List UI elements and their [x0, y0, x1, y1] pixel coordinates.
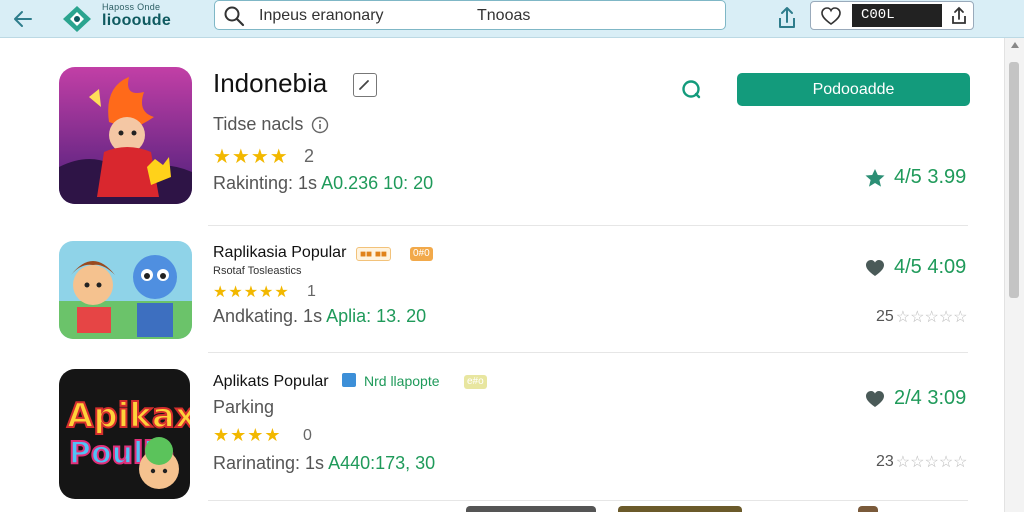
wishlist-icon[interactable] [820, 6, 842, 31]
search-circle-icon[interactable] [680, 78, 704, 107]
app-title[interactable]: Aplikats Popular [213, 373, 329, 391]
divider [208, 500, 968, 501]
featured-app-subtitle: Tidse nacls [213, 114, 304, 134]
app-badge: 0#0 [410, 247, 433, 261]
heart-icon[interactable] [864, 258, 886, 278]
empty-stars-icon: ☆☆☆☆☆ [895, 454, 968, 471]
search-bar[interactable]: Inpeus eranonary Tnooas [214, 0, 726, 30]
star-icon [865, 168, 885, 187]
svg-text:Apikax: Apikax [67, 396, 190, 436]
app-badge: ■■ ■■ [356, 247, 391, 261]
search-input[interactable]: Inpeus eranonary [259, 7, 384, 25]
next-app-thumbnail[interactable] [618, 506, 742, 512]
app-badge: Nrd llapopte [364, 373, 440, 389]
heart-icon[interactable] [864, 389, 886, 409]
app-meta: Andkating. 1s Aplia: 13. 20 [213, 306, 426, 327]
featured-price: 4/5 3.99 [894, 166, 967, 188]
app-price-row: 4/5 4:09 [864, 256, 966, 279]
featured-app-title[interactable]: Indonebia [213, 68, 327, 99]
share-icon[interactable] [774, 4, 800, 32]
verified-icon [342, 373, 356, 387]
app-rating-count: 1 [307, 283, 316, 300]
app-meta-label: Andkating. 1s [213, 306, 323, 326]
app-price-row: 2/4 3:09 [864, 387, 966, 410]
app-meta-value: A440:173, 30 [328, 453, 436, 473]
search-icon [223, 5, 245, 32]
app-badge: e#o [464, 375, 487, 389]
next-app-thumbnail[interactable] [466, 506, 596, 512]
app-subtitle: Rsotaf Tosleastics [213, 265, 302, 277]
featured-rating-count: 2 [304, 146, 315, 166]
app-price: 4/5 4:09 [894, 256, 967, 278]
scroll-up-icon[interactable] [1011, 42, 1019, 48]
search-filter-label: Tnooas [477, 7, 531, 24]
app-meta-value: Aplia: 13. 20 [326, 306, 427, 326]
cartoon-friends-icon[interactable] [59, 241, 192, 339]
upload-icon[interactable] [949, 5, 969, 32]
next-app-thumbnail[interactable] [858, 506, 878, 512]
app-small-count: 25 [876, 308, 894, 325]
app-rating-count: 0 [303, 427, 312, 444]
cartoon-hero-icon[interactable] [59, 67, 192, 204]
featured-meta: Rakinting: 1s A0.236 10: 20 [213, 173, 433, 194]
account-field[interactable]: C00L [852, 4, 942, 27]
app-stars: ★★★★★ [213, 284, 290, 301]
app-price: 2/4 3:09 [894, 387, 967, 409]
featured-meta-label: Rakinting: 1s [213, 173, 318, 193]
app-stars: ★★★★ [213, 425, 282, 445]
app-subtitle: Parking [213, 397, 275, 417]
app-logo-icon [60, 4, 94, 34]
app-small-rating: 25 ☆☆☆☆☆ [876, 307, 968, 327]
apikax-poulle-icon[interactable]: Apikax Poulle [59, 369, 190, 499]
featured-stars: ★★★★ [213, 146, 289, 168]
app-small-count: 23 [876, 453, 894, 470]
scrollbar[interactable] [1004, 38, 1024, 512]
brand-top-text: Haposs Onde [102, 2, 161, 12]
edit-icon[interactable] [353, 73, 377, 97]
brand-main-text: lioooude [102, 12, 172, 29]
back-arrow-icon[interactable] [10, 6, 36, 32]
empty-stars-icon: ☆☆☆☆☆ [895, 309, 968, 326]
featured-meta-value: A0.236 10: 20 [321, 173, 434, 193]
scroll-thumb[interactable] [1009, 62, 1019, 298]
account-box[interactable]: C00L [810, 1, 974, 30]
app-title[interactable]: Raplikasia Popular [213, 244, 346, 262]
top-bar: Haposs Onde lioooude Inpeus eranonary Tn… [0, 0, 1024, 38]
app-meta-label: Rarinating: 1s [213, 453, 325, 473]
divider [208, 225, 968, 226]
divider [208, 352, 968, 353]
featured-price-row: 4/5 3.99 [864, 166, 966, 189]
install-button[interactable]: Podooadde [737, 73, 970, 106]
app-meta: Rarinating: 1s A440:173, 30 [213, 453, 435, 474]
app-small-rating: 23 ☆☆☆☆☆ [876, 452, 968, 472]
brand-name: Haposs Onde lioooude [102, 3, 171, 29]
info-icon[interactable] [311, 116, 329, 139]
